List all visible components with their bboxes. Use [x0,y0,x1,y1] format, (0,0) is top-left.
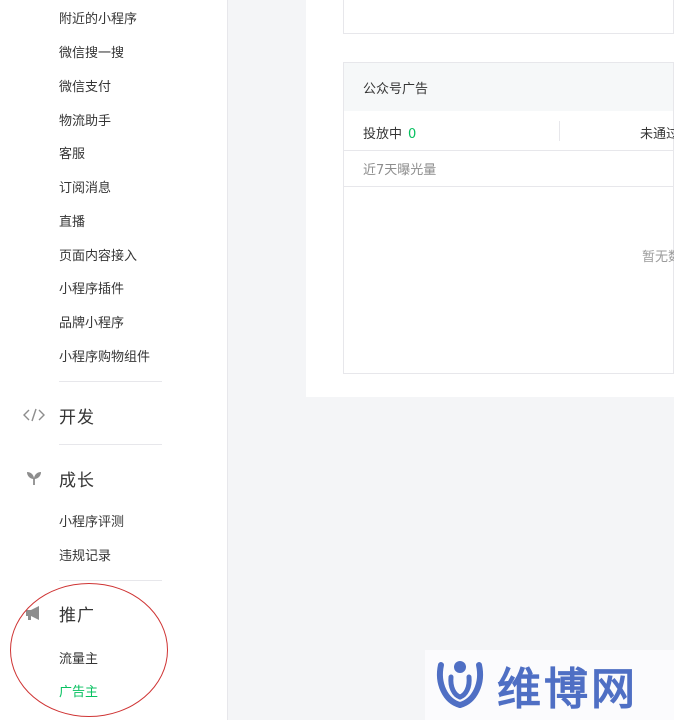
sidebar-divider [59,381,162,382]
sidebar-category-dev[interactable]: 开发 [22,403,95,428]
empty-data-text: 暂无数 [642,250,674,265]
running-label: 投放中 [363,127,403,142]
stat-separator [559,121,560,141]
sidebar-item-brand-miniprogram[interactable]: 品牌小程序 [59,316,124,332]
not-passed-stat[interactable]: 未通过 [640,123,674,142]
sidebar-divider [59,580,162,581]
running-ads-stat[interactable]: 投放中 0 [363,123,416,142]
sidebar-item-subscribe-message[interactable]: 订阅消息 [59,181,111,197]
wifi-logo-icon [431,653,489,717]
sidebar-item-evaluation[interactable]: 小程序评测 [59,515,124,531]
ad-card-header: 公众号广告 [344,63,673,111]
official-account-ad-card: 公众号广告 投放中 0 未通过 近7天曝光量 暂无数 [343,62,674,374]
ad-status-row: 投放中 0 未通过 [344,111,674,151]
exposure-row: 近7天曝光量 [344,151,673,187]
sidebar-item-plugins[interactable]: 小程序插件 [59,282,124,298]
sidebar-category-growth-label: 成长 [59,470,95,491]
sidebar-item-customer-service[interactable]: 客服 [59,147,85,163]
sidebar-item-wechat-search[interactable]: 微信搜一搜 [59,46,124,62]
sidebar-item-shopping-component[interactable]: 小程序购物组件 [59,350,150,366]
sidebar-category-growth[interactable]: 成长 [22,466,95,491]
watermark: 维博网 [425,650,674,720]
sidebar-item-nearby-miniprogram[interactable]: 附近的小程序 [59,12,137,28]
sidebar-category-promo-label: 推广 [59,605,95,626]
sidebar-item-wechat-pay[interactable]: 微信支付 [59,80,111,96]
sprout-icon [22,468,46,488]
running-count: 0 [408,127,417,142]
megaphone-icon [22,603,46,623]
sidebar-item-advertiser[interactable]: 广告主 [59,685,98,701]
watermark-text: 维博网 [497,664,638,715]
sidebar-item-page-content[interactable]: 页面内容接入 [59,249,137,265]
ad-card-title: 公众号广告 [363,81,429,97]
sidebar-item-traffic-owner[interactable]: 流量主 [59,652,98,668]
sidebar: 附近的小程序 微信搜一搜 微信支付 物流助手 客服 订阅消息 直播 页面内容接入… [0,0,228,720]
exposure-label: 近7天曝光量 [363,163,437,178]
sidebar-item-logistics[interactable]: 物流助手 [59,114,111,130]
sidebar-item-violation-record[interactable]: 违规记录 [59,549,111,565]
top-card [343,0,674,34]
sidebar-category-dev-label: 开发 [59,407,95,428]
sidebar-category-promo[interactable]: 推广 [22,601,95,626]
sidebar-item-live[interactable]: 直播 [59,215,85,231]
sidebar-divider [59,444,162,445]
code-icon [22,405,46,425]
